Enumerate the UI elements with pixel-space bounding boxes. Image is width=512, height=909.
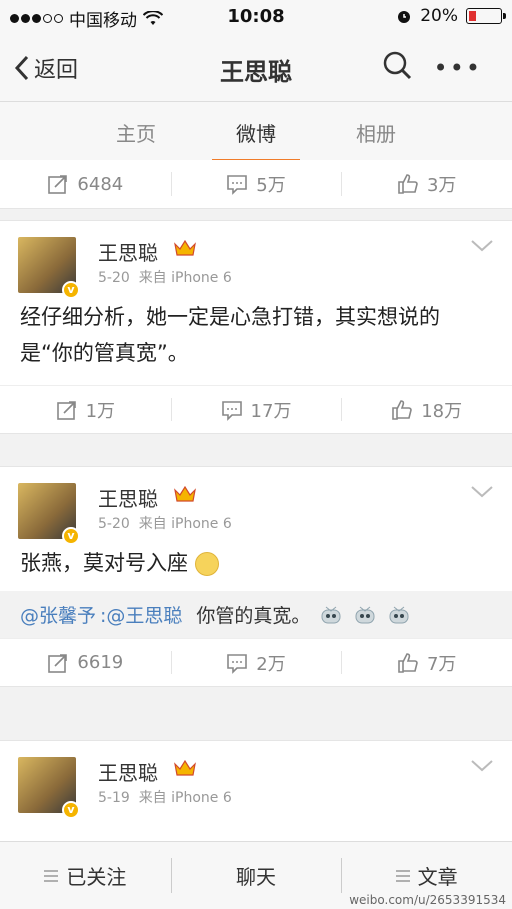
post-meta: 5-20 来自 iPhone 6 <box>98 267 232 287</box>
repost-icon <box>48 175 68 194</box>
chat-label: 聊天 <box>236 865 276 889</box>
tab-home[interactable]: 主页 <box>76 102 196 161</box>
post-source: 来自 iPhone 6 <box>138 790 232 806</box>
articles-label: 文章 <box>417 865 458 889</box>
post-date: 5-20 <box>98 516 130 532</box>
repost-icon <box>48 653 68 673</box>
repost-button[interactable]: 6619 <box>0 639 171 686</box>
crown-icon <box>174 239 196 256</box>
comment-count: 17万 <box>250 400 292 422</box>
verified-badge-icon: v <box>62 801 80 819</box>
menu-lines-icon <box>44 869 59 882</box>
watermark: weibo.com/u/2653391534 <box>349 893 506 907</box>
post-date: 5-19 <box>98 790 130 806</box>
user-name[interactable]: 王思聪 <box>98 483 158 512</box>
comment-button[interactable]: 2万 <box>170 639 342 686</box>
comment-button[interactable]: 5万 <box>170 160 342 208</box>
verified-badge-icon: v <box>62 281 80 299</box>
action-row: 6484 5万 3万 <box>0 160 512 208</box>
robot-emoji-icon <box>355 606 375 623</box>
thumbs-up-icon <box>392 399 413 420</box>
alarm-icon <box>398 11 411 23</box>
chevron-down-icon[interactable] <box>470 485 494 499</box>
post-card[interactable]: v 王思聪 5-20 来自 iPhone 6 张燕，莫对号入座 @张馨予 :@王… <box>0 466 512 687</box>
post-content: 张燕，莫对号入座 <box>0 537 512 591</box>
battery-percent: 20% <box>420 6 458 26</box>
search-icon[interactable] <box>382 50 412 80</box>
followed-button[interactable]: 已关注 <box>0 842 171 909</box>
like-button[interactable]: 7万 <box>341 639 512 686</box>
like-button[interactable]: 18万 <box>341 386 512 433</box>
post-date: 5-20 <box>98 270 130 286</box>
robot-emoji-icon <box>321 606 341 623</box>
repost-count: 1万 <box>85 400 116 422</box>
action-row: 6619 2万 7万 <box>0 638 512 686</box>
like-button[interactable]: 3万 <box>341 160 512 208</box>
smile-emoji-icon <box>194 552 219 576</box>
user-name[interactable]: 王思聪 <box>98 757 158 786</box>
quoted-post[interactable]: @张馨予 :@王思聪 你管的真宽。 <box>0 591 512 638</box>
chat-button[interactable]: 聊天 <box>170 842 342 909</box>
repost-button[interactable]: 1万 <box>0 386 171 433</box>
status-bar: 中国移动 10:08 20% <box>0 0 512 34</box>
tab-album[interactable]: 相册 <box>316 102 436 161</box>
post-header: v 王思聪 5-19 来自 iPhone 6 <box>0 741 512 819</box>
thumbs-up-icon <box>398 652 418 673</box>
robot-emoji-icon <box>389 606 409 623</box>
comment-count: 5万 <box>256 175 286 196</box>
tab-weibo[interactable]: 微博 <box>196 102 316 162</box>
like-count: 18万 <box>421 400 463 422</box>
profile-tabs: 主页 微博 相册 <box>0 102 512 162</box>
followed-label: 已关注 <box>66 865 127 889</box>
chevron-down-icon[interactable] <box>470 759 494 773</box>
nav-bar: 返回 王思聪 ••• <box>0 34 512 102</box>
menu-lines-icon <box>395 869 410 882</box>
quoted-user-link[interactable]: @张馨予 <box>20 601 96 628</box>
quoted-text: 你管的真宽。 <box>196 605 311 627</box>
repost-count: 6484 <box>77 173 124 195</box>
post-header: v 王思聪 5-20 来自 iPhone 6 <box>0 221 512 299</box>
comment-count: 2万 <box>256 653 286 675</box>
post-source: 来自 iPhone 6 <box>138 270 232 286</box>
user-name[interactable]: 王思聪 <box>98 237 158 266</box>
thumbs-up-icon <box>398 174 418 194</box>
crown-icon <box>174 759 196 776</box>
post-source: 来自 iPhone 6 <box>138 516 232 532</box>
like-count: 3万 <box>426 175 457 196</box>
comment-icon <box>227 653 248 674</box>
verified-badge-icon: v <box>62 527 80 545</box>
battery-icon <box>466 8 506 24</box>
action-row: 1万 17万 18万 <box>0 385 512 433</box>
post-text: 张燕，莫对号入座 <box>20 551 188 575</box>
like-count: 7万 <box>426 653 457 675</box>
post-meta: 5-20 来自 iPhone 6 <box>98 513 232 533</box>
previous-post-actions: 6484 5万 3万 <box>0 160 512 209</box>
comment-button[interactable]: 17万 <box>170 386 342 433</box>
post-card[interactable]: v 王思聪 5-19 来自 iPhone 6 <box>0 740 512 850</box>
bottom-bar: 已关注 聊天 文章 weibo.com/u/2653391534 <box>0 841 512 909</box>
post-meta: 5-19 来自 iPhone 6 <box>98 787 232 807</box>
crown-icon <box>174 485 196 502</box>
repost-button[interactable]: 6484 <box>0 160 171 208</box>
status-right: 20% <box>396 6 506 26</box>
repost-icon <box>56 400 76 420</box>
post-header: v 王思聪 5-20 来自 iPhone 6 <box>0 467 512 545</box>
mention-link[interactable]: :@王思聪 <box>100 601 182 628</box>
post-text: 经仔细分析，她一定是心急打错，其实想说的是“你的管真宽”。 <box>20 305 440 365</box>
comment-icon <box>221 400 242 421</box>
repost-count: 6619 <box>77 652 124 673</box>
more-icon[interactable]: ••• <box>434 54 482 82</box>
chevron-down-icon[interactable] <box>470 239 494 253</box>
comment-icon <box>227 175 248 195</box>
post-card[interactable]: v 王思聪 5-20 来自 iPhone 6 经仔细分析，她一定是心急打错，其实… <box>0 220 512 434</box>
